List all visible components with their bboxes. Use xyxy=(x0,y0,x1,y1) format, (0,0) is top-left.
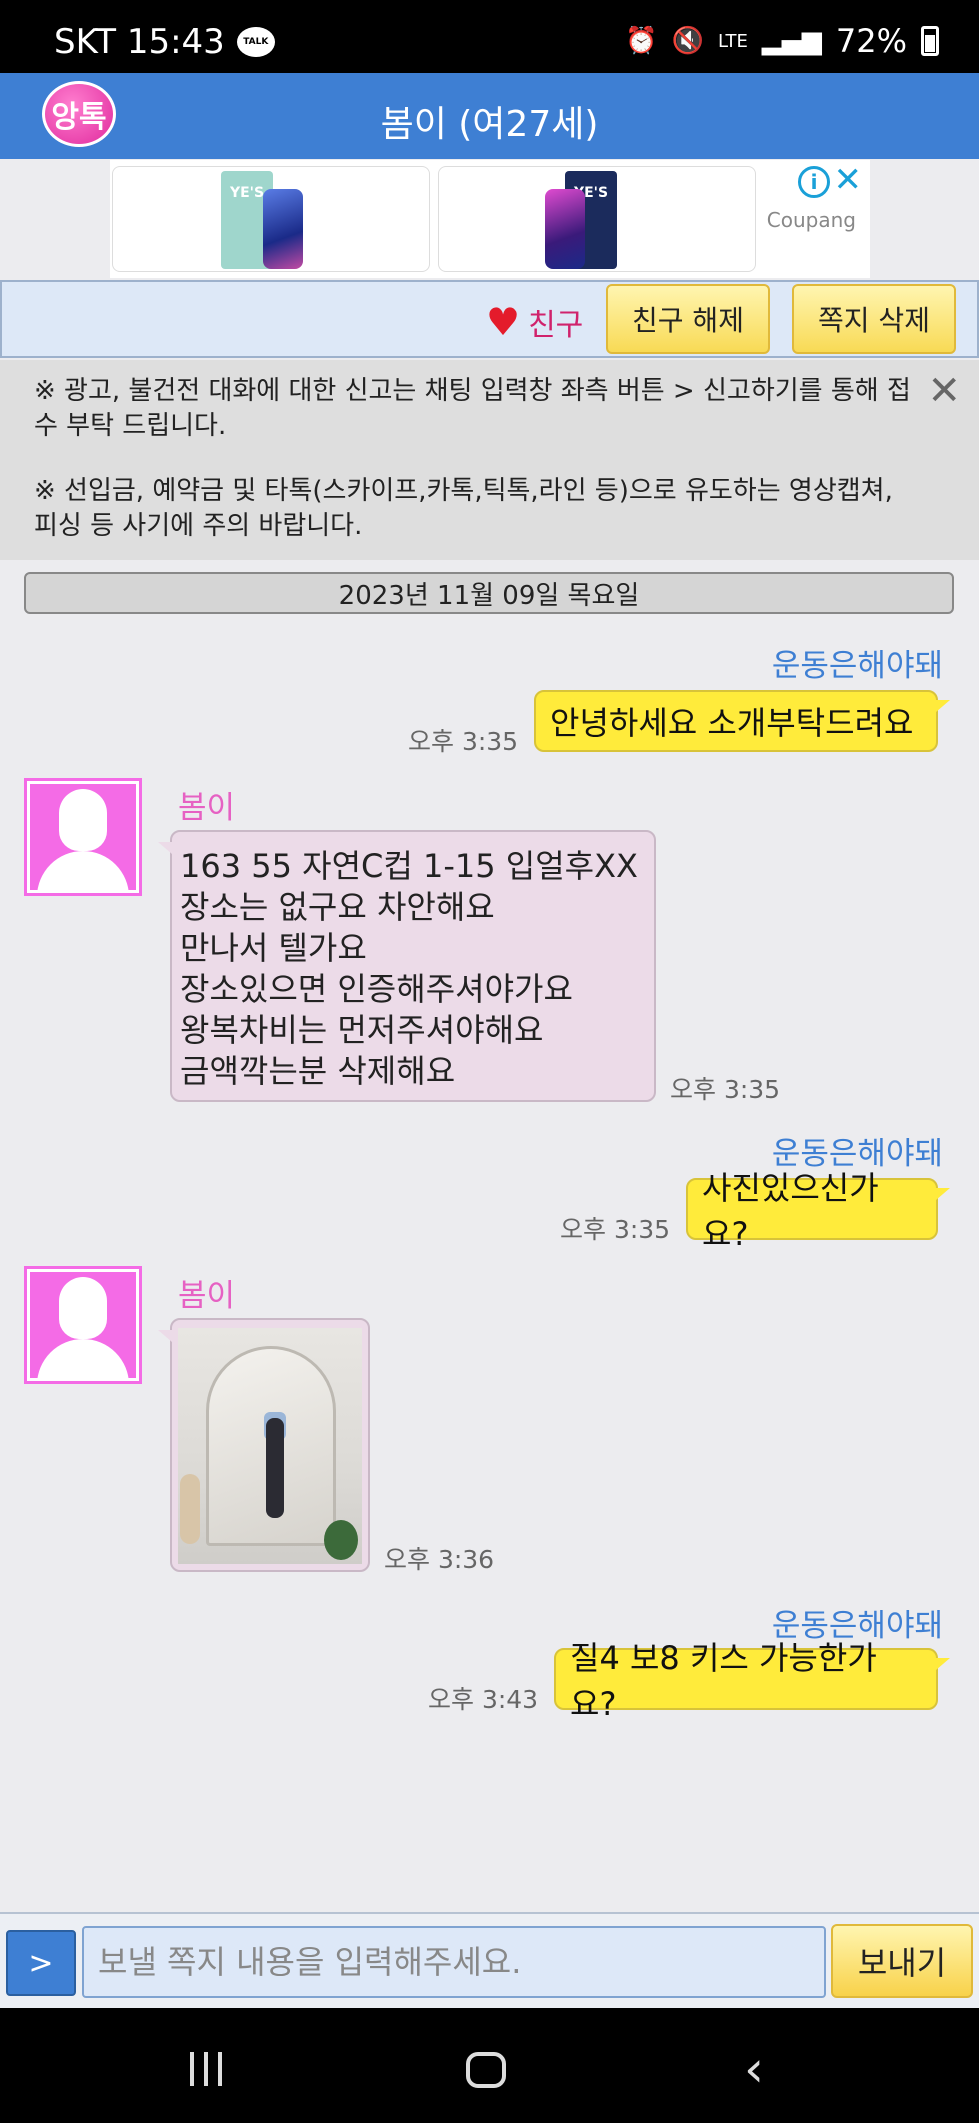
send-button[interactable]: 보내기 xyxy=(831,1924,973,1998)
message-time: 오후 3:35 xyxy=(560,1215,671,1244)
status-right: ⏰ 🔇 LTE ▂▄▆ 72% xyxy=(625,22,939,60)
delete-message-button[interactable]: 쪽지 삭제 xyxy=(792,284,956,354)
alarm-icon: ⏰ xyxy=(625,26,658,56)
ad-card-1[interactable]: YE'S xyxy=(112,166,430,272)
close-icon[interactable]: ✕ xyxy=(927,371,961,411)
my-message-bubble[interactable]: 사진있으신가요? xyxy=(686,1169,950,1253)
person-image xyxy=(266,1418,284,1518)
message-time: 오후 3:35 xyxy=(670,1075,781,1104)
partner-name: 봄이 xyxy=(178,1278,236,1314)
message-composer: > 보내기 xyxy=(0,1912,979,2008)
friend-status: ♥ 친구 xyxy=(486,300,583,344)
warning-notice: ※ 광고, 불건전 대화에 대한 신고는 채팅 입력창 좌측 버튼 > 신고하기… xyxy=(0,360,979,560)
message-line: 만나서 텔가요 xyxy=(180,929,367,967)
my-message-bubble[interactable]: 안녕하세요 소개부탁드려요 xyxy=(534,690,950,752)
chat-title: 봄이 (여27세) xyxy=(380,104,599,145)
carrier-time: SKT 15:43 xyxy=(54,22,225,62)
ad-info-icon[interactable]: i xyxy=(798,166,830,198)
decor-image xyxy=(180,1474,200,1544)
message-time: 오후 3:36 xyxy=(384,1545,495,1574)
phone-image xyxy=(545,189,585,269)
ad-banner[interactable]: YE'S YE'S i ✕ Coupang xyxy=(110,160,870,278)
my-name: 운동은해야돼 xyxy=(771,648,943,684)
lte-indicator: LTE xyxy=(717,30,748,52)
partner-photo-bubble[interactable] xyxy=(158,1318,370,1572)
talk-notification-icon: TALK xyxy=(236,27,275,57)
battery-percent: 72% xyxy=(835,22,907,60)
message-line: 163 55 자연C컵 1-15 입얼후XX xyxy=(180,847,638,885)
heart-icon: ♥ xyxy=(486,300,521,344)
home-icon[interactable] xyxy=(466,2052,506,2088)
back-icon[interactable]: ‹ xyxy=(744,2044,764,2094)
partner-avatar[interactable] xyxy=(24,778,142,896)
my-message-bubble[interactable]: 질4 보8 키스 가능한가요? xyxy=(554,1639,950,1723)
ad-card-2[interactable]: YE'S xyxy=(438,166,756,272)
friend-bar: ♥ 친구 친구 해제 쪽지 삭제 xyxy=(0,280,979,358)
friend-status-label: 친구 xyxy=(528,308,584,343)
message-line: 장소는 없구요 차안해요 xyxy=(180,888,495,926)
phone-image xyxy=(263,189,303,269)
message-line: 왕복차비는 먼저주셔야해요 xyxy=(180,1011,544,1049)
notice-report: ※ 광고, 불건전 대화에 대한 신고는 채팅 입력창 좌측 버튼 > 신고하기… xyxy=(34,376,911,441)
partner-name: 봄이 xyxy=(178,790,236,826)
shared-photo[interactable] xyxy=(178,1328,362,1564)
mute-icon: 🔇 xyxy=(671,26,704,56)
system-nav-bar: ‹ xyxy=(0,2008,979,2123)
status-bar: SKT 15:43 TALK ⏰ 🔇 LTE ▂▄▆ 72% xyxy=(0,0,979,73)
battery-icon xyxy=(921,26,939,56)
ad-brand: Coupang xyxy=(766,208,856,232)
composer-menu-button[interactable]: > xyxy=(6,1930,76,1996)
partner-avatar[interactable] xyxy=(24,1266,142,1384)
plant-image xyxy=(324,1520,358,1560)
partner-message-bubble[interactable]: 163 55 자연C컵 1-15 입얼후XX 장소는 없구요 차안해요 만나서 … xyxy=(158,830,656,1102)
notice-scam: ※ 선입금, 예약금 및 타톡(스카이프,카톡,틱톡,라인 등)으로 유도하는 … xyxy=(34,476,893,541)
signal-icon: ▂▄▆ xyxy=(761,26,822,56)
status-left: SKT 15:43 TALK xyxy=(54,22,275,62)
app-header: 앙톡 봄이 (여27세) xyxy=(0,73,979,159)
recent-apps-icon[interactable] xyxy=(190,2052,222,2086)
message-time: 오후 3:43 xyxy=(428,1685,539,1714)
message-input[interactable] xyxy=(82,1926,826,1998)
message-line: 금액깍는분 삭제해요 xyxy=(180,1052,456,1090)
unfriend-button[interactable]: 친구 해제 xyxy=(606,284,770,354)
date-divider: 2023년 11월 09일 목요일 xyxy=(24,572,954,614)
message-time: 오후 3:35 xyxy=(408,727,519,756)
message-line: 장소있으면 인증해주셔야가요 xyxy=(180,970,573,1008)
ad-close-icon[interactable]: ✕ xyxy=(834,160,863,200)
